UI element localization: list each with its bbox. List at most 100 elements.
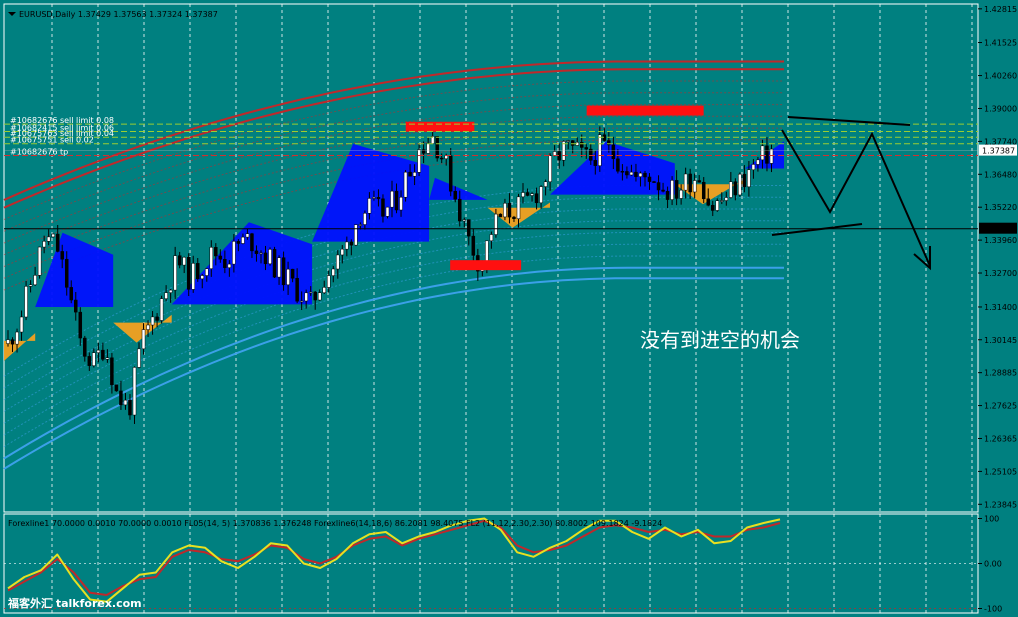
candle-body bbox=[760, 145, 765, 161]
candle-body bbox=[250, 233, 254, 252]
candle-body bbox=[227, 263, 232, 268]
candle-body bbox=[674, 180, 679, 199]
candle-body bbox=[498, 213, 503, 218]
main-chart-panel[interactable]: #10682676 sell limit 0.08#10682415 sell … bbox=[3, 3, 979, 513]
price-tick-label: 1.39000 bbox=[984, 104, 1017, 113]
candle-body bbox=[214, 247, 218, 257]
forecast-arrow bbox=[771, 116, 931, 271]
candle-body bbox=[345, 241, 349, 250]
candle-body bbox=[426, 143, 430, 154]
candle-body bbox=[259, 252, 263, 255]
price-tick-label: 1.30145 bbox=[984, 336, 1017, 345]
candle-body bbox=[634, 171, 638, 177]
candle-body bbox=[299, 300, 304, 303]
candle-body bbox=[548, 155, 552, 182]
price-axis: 1.428151.415251.402601.390001.377401.364… bbox=[978, 5, 1017, 509]
candle-body bbox=[629, 171, 634, 176]
candle-body bbox=[620, 170, 625, 173]
candle-body bbox=[494, 213, 498, 235]
candle-body bbox=[191, 263, 195, 290]
candle-body bbox=[381, 198, 385, 217]
candle-body bbox=[747, 169, 751, 188]
candle-body bbox=[439, 157, 444, 160]
chart-menu-icon[interactable] bbox=[8, 12, 16, 16]
candle-body bbox=[263, 252, 268, 265]
orange-hump bbox=[4, 333, 36, 361]
candle-body bbox=[607, 140, 611, 146]
candle-body bbox=[87, 356, 92, 366]
candle-body bbox=[579, 142, 584, 148]
candle-body bbox=[295, 277, 299, 302]
candle-body bbox=[232, 241, 236, 265]
candle-body bbox=[543, 181, 548, 187]
oscillator-series-line bbox=[7, 517, 781, 603]
candle-body bbox=[168, 289, 173, 293]
candle-body bbox=[661, 189, 665, 192]
candle-body bbox=[340, 248, 345, 256]
price-chart[interactable]: #10682676 sell limit 0.08#10682415 sell … bbox=[0, 0, 1018, 617]
candle-body bbox=[503, 202, 507, 218]
candle-body bbox=[33, 275, 37, 286]
candle-body bbox=[742, 173, 747, 188]
candle-body bbox=[765, 145, 769, 164]
price-tick-label: 1.28885 bbox=[984, 369, 1017, 378]
candle-body bbox=[530, 193, 534, 196]
candle-body bbox=[6, 339, 10, 344]
candle-body bbox=[720, 200, 724, 202]
candle-body bbox=[458, 198, 462, 222]
candle-body bbox=[186, 256, 191, 290]
candle-body bbox=[679, 189, 683, 199]
candle-body bbox=[209, 247, 214, 269]
candle-body bbox=[507, 202, 512, 218]
candle-body bbox=[290, 268, 295, 279]
candle-body bbox=[304, 292, 308, 302]
candle-body bbox=[670, 180, 674, 200]
blue-hump bbox=[429, 177, 488, 200]
candle-body bbox=[101, 349, 105, 360]
candle-body bbox=[268, 249, 272, 265]
candle-body bbox=[570, 140, 575, 146]
candle-body bbox=[159, 298, 164, 321]
blue-hump bbox=[745, 141, 784, 169]
price-tick-label: 1.35220 bbox=[984, 203, 1017, 212]
candle-body bbox=[733, 181, 738, 196]
candle-body bbox=[656, 182, 661, 191]
price-tick-label: 1.42815 bbox=[984, 5, 1017, 14]
candle-body bbox=[593, 160, 598, 166]
candle-body bbox=[525, 192, 530, 196]
oscillator-panel[interactable]: Forexline1 70.0000 0.0010 70.0000 0.0010… bbox=[3, 513, 979, 614]
candle-body bbox=[223, 259, 227, 268]
candle-body bbox=[448, 155, 453, 192]
resistance-zone bbox=[586, 105, 704, 116]
resistance-zone bbox=[405, 121, 475, 132]
candle-body bbox=[277, 257, 281, 278]
candle-body bbox=[724, 197, 729, 201]
candle-body bbox=[69, 287, 73, 301]
candle-body bbox=[241, 236, 245, 244]
candle-body bbox=[105, 357, 110, 360]
candle-body bbox=[336, 254, 340, 270]
candle-body bbox=[10, 339, 15, 345]
candle-body bbox=[516, 196, 521, 219]
osc-tick-label: -100 bbox=[984, 605, 1002, 614]
candle-body bbox=[150, 316, 155, 326]
candle-body bbox=[137, 348, 141, 368]
candle-body bbox=[521, 192, 525, 198]
price-tick-label: 1.23845 bbox=[984, 500, 1017, 509]
candle-body bbox=[177, 255, 182, 266]
candle-body bbox=[313, 291, 317, 301]
candle-body bbox=[638, 172, 643, 177]
candle-body bbox=[665, 191, 670, 200]
candle-body bbox=[173, 255, 177, 291]
candle-body bbox=[444, 155, 448, 159]
candle-body bbox=[146, 324, 150, 330]
candle-body bbox=[358, 224, 363, 226]
candle-body bbox=[706, 198, 710, 206]
candle-body bbox=[512, 216, 516, 219]
candle-body bbox=[385, 206, 390, 217]
candle-body bbox=[652, 181, 656, 183]
candle-body bbox=[272, 249, 277, 278]
lower-band-line bbox=[3, 277, 784, 470]
candle-body bbox=[24, 286, 28, 318]
indicator-header: Forexline1 70.0000 0.0010 70.0000 0.0010… bbox=[8, 519, 662, 528]
